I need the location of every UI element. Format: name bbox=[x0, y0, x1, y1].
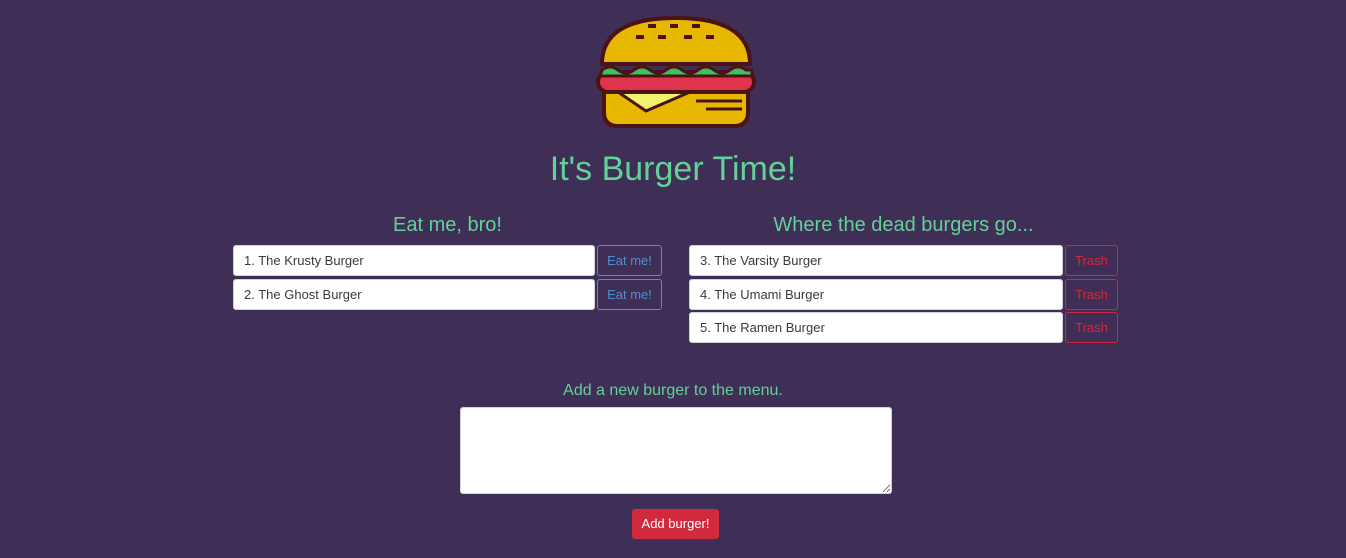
trash-button[interactable]: Trash bbox=[1065, 245, 1118, 276]
add-burger-button[interactable]: Add burger! bbox=[632, 509, 719, 539]
burger-name-textarea[interactable] bbox=[460, 407, 892, 494]
eat-button[interactable]: Eat me! bbox=[597, 279, 662, 310]
burger-name: 4. The Umami Burger bbox=[689, 279, 1063, 310]
trash-button[interactable]: Trash bbox=[1065, 279, 1118, 310]
uneaten-heading: Eat me, bro! bbox=[393, 214, 502, 236]
burger-name: 5. The Ramen Burger bbox=[689, 312, 1063, 343]
burger-row: 1. The Krusty Burger Eat me! bbox=[233, 245, 663, 276]
eat-button[interactable]: Eat me! bbox=[597, 245, 662, 276]
burger-name: 3. The Varsity Burger bbox=[689, 245, 1063, 276]
trash-button[interactable]: Trash bbox=[1065, 312, 1118, 343]
devoured-heading: Where the dead burgers go... bbox=[773, 214, 1034, 236]
burger-row: 3. The Varsity Burger Trash bbox=[689, 245, 1119, 276]
add-burger-heading: Add a new burger to the menu. bbox=[563, 382, 783, 399]
page-title: It's Burger Time! bbox=[549, 150, 797, 188]
burger-icon bbox=[596, 14, 756, 130]
burger-row: 4. The Umami Burger Trash bbox=[689, 279, 1119, 310]
burger-name: 2. The Ghost Burger bbox=[233, 279, 595, 310]
burger-name: 1. The Krusty Burger bbox=[233, 245, 595, 276]
burger-row: 2. The Ghost Burger Eat me! bbox=[233, 279, 663, 310]
burger-row: 5. The Ramen Burger Trash bbox=[689, 312, 1119, 343]
